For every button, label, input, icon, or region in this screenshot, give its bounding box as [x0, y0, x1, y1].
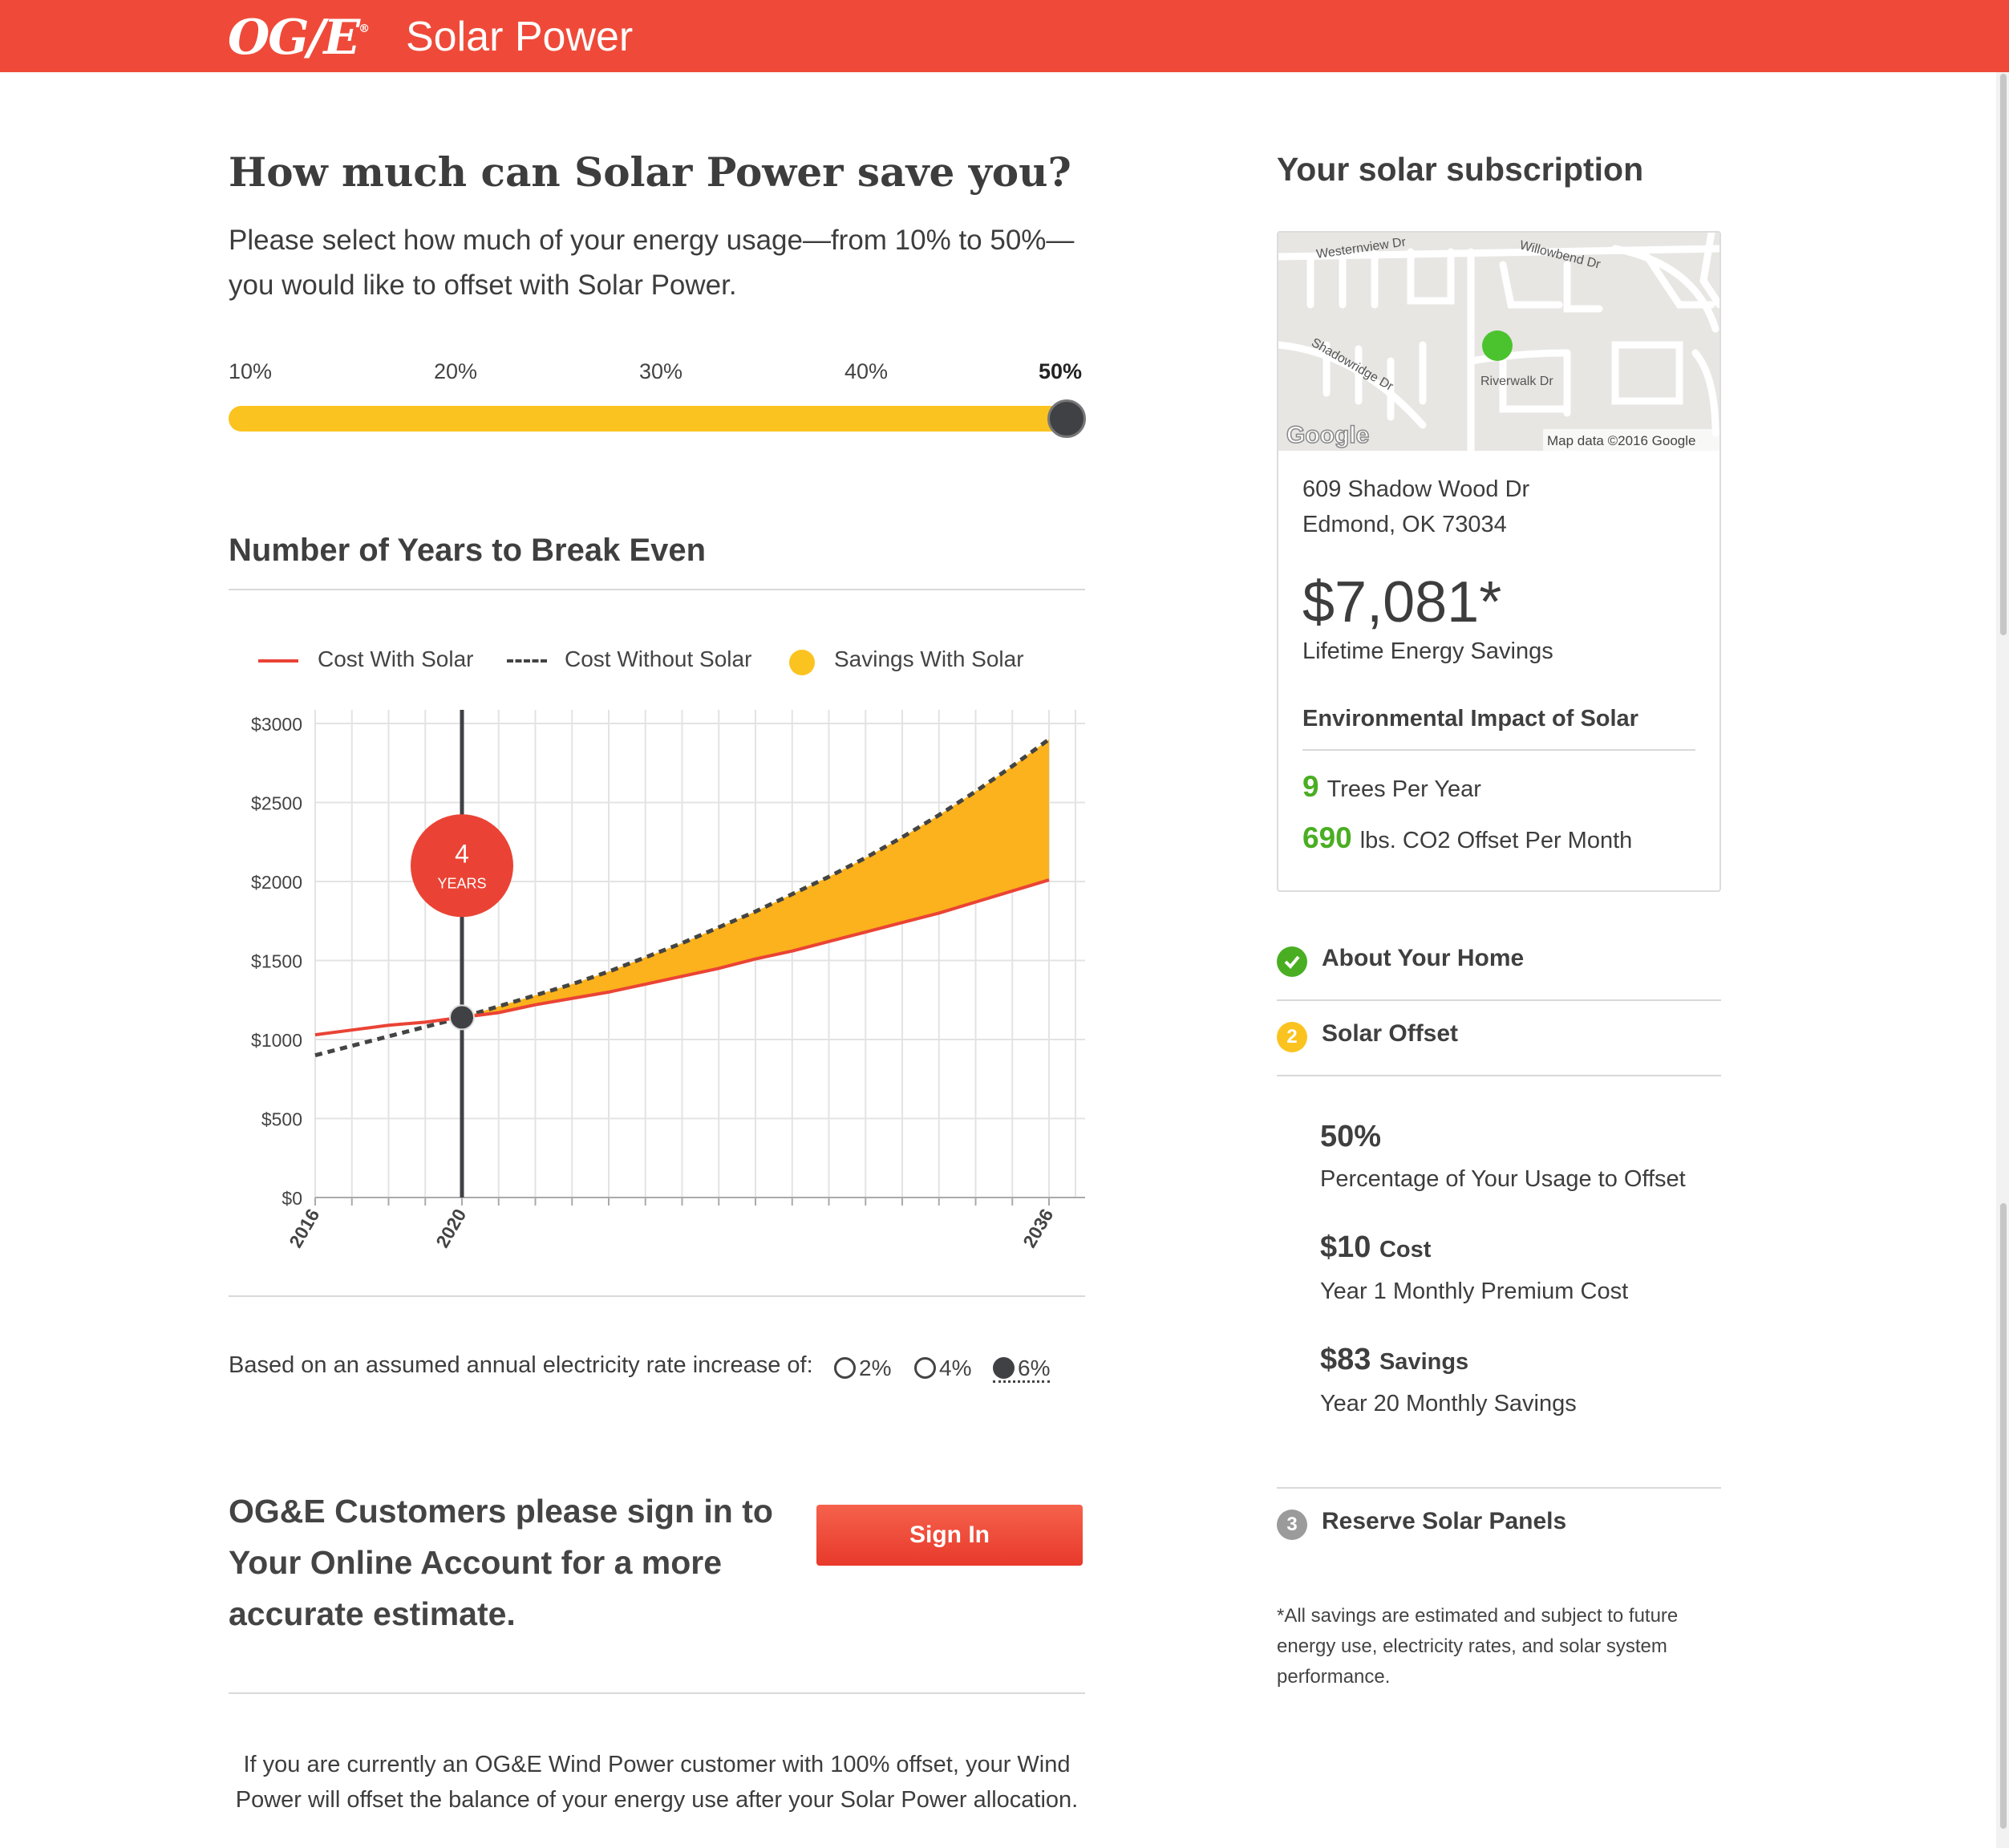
page-title: How much can Solar Power save you? — [229, 148, 1071, 196]
legend-yellow-dot-icon — [789, 650, 815, 675]
rate-option-6[interactable]: 6% — [993, 1356, 1051, 1383]
y-tick-label: $2500 — [251, 793, 302, 814]
location-map[interactable]: Westernview Dr Willowbend Dr Shadowridge… — [1278, 233, 1719, 451]
intro-text: Please select how much of your energy us… — [229, 225, 1075, 301]
divider — [1277, 1075, 1721, 1076]
legend-label: Cost With Solar — [318, 646, 474, 671]
offset-slider-track[interactable] — [229, 406, 1067, 432]
wind-power-note: If you are currently an OG&E Wind Power … — [235, 1752, 1079, 1813]
y-tick-label: $1500 — [251, 951, 302, 972]
street-label: Shadowridge Dr — [1309, 336, 1395, 394]
checkmark-icon — [1277, 946, 1307, 977]
monthly-savings-label: Year 20 Monthly Savings — [1320, 1391, 1577, 1416]
radio-label: 6% — [1018, 1356, 1051, 1380]
slider-label-40[interactable]: 40% — [845, 359, 888, 384]
radio-label: 2% — [859, 1356, 892, 1380]
signin-prompt: OG&E Customers please sign in to Your On… — [229, 1493, 773, 1632]
divider — [229, 589, 1085, 590]
location-pin-icon — [1482, 330, 1513, 361]
trees-label: Trees Per Year — [1327, 776, 1481, 802]
divider — [229, 1692, 1085, 1694]
x-tick-label: 2020 — [431, 1206, 470, 1251]
divider — [1302, 749, 1695, 751]
offset-slider-handle[interactable] — [1047, 399, 1086, 438]
street-label: Riverwalk Dr — [1480, 375, 1553, 388]
break-even-years-value: 4 — [455, 839, 469, 868]
step-solar-offset[interactable]: 2 Solar Offset — [1277, 1020, 1458, 1056]
environmental-title: Environmental Impact of Solar — [1302, 706, 1638, 732]
y-tick-label: $2000 — [251, 872, 302, 893]
y-tick-label: $500 — [261, 1109, 302, 1130]
y-tick-label: $1000 — [251, 1030, 302, 1051]
logo-text: OG/E — [228, 10, 360, 66]
co2-label: lbs. CO2 Offset Per Month — [1359, 828, 1633, 853]
lifetime-savings-value: $7,081* — [1302, 570, 1502, 634]
radio-icon — [834, 1357, 856, 1379]
trees-per-year: 9 Trees Per Year — [1302, 770, 1481, 804]
address-line-1: 609 Shadow Wood Dr — [1302, 476, 1530, 502]
rate-option-2[interactable]: 2% — [834, 1356, 891, 1383]
radio-label: 4% — [939, 1356, 972, 1380]
co2-value: 690 — [1302, 821, 1352, 854]
break-even-years-unit: YEARS — [437, 875, 486, 891]
scrollbar-thumb[interactable] — [2000, 74, 2007, 635]
chart-title: Number of Years to Break Even — [229, 533, 707, 568]
premium-cost-label: Year 1 Monthly Premium Cost — [1320, 1279, 1629, 1304]
product-title: Solar Power — [406, 14, 634, 60]
break-even-point — [449, 1004, 475, 1031]
offset-value: 50% — [1320, 1120, 1382, 1153]
logo-mark: ® — [358, 22, 371, 35]
subscription-title: Your solar subscription — [1277, 151, 1644, 188]
premium-cost-value: $10 Cost — [1320, 1230, 1431, 1265]
google-logo: Google — [1286, 422, 1369, 448]
rate-option-4[interactable]: 4% — [914, 1356, 971, 1383]
step-number-badge: 3 — [1277, 1510, 1307, 1540]
disclaimer: *All savings are estimated and subject t… — [1277, 1605, 1679, 1688]
divider — [1277, 1487, 1721, 1489]
lifetime-savings-label: Lifetime Energy Savings — [1302, 638, 1553, 664]
scrollbar-thumb-lower[interactable] — [2000, 1203, 2007, 1829]
slider-label-30[interactable]: 30% — [639, 359, 682, 384]
co2-offset: 690 lbs. CO2 Offset Per Month — [1302, 821, 1632, 855]
slider-label-50[interactable]: 50% — [1039, 359, 1082, 384]
legend-label: Cost Without Solar — [565, 646, 752, 671]
y-tick-label: $3000 — [251, 714, 302, 735]
legend-dashed-line-icon — [507, 659, 547, 663]
monthly-savings-value: $83 Savings — [1320, 1343, 1468, 1377]
oge-logo[interactable]: OG/E® — [228, 10, 370, 66]
x-tick-label: 2036 — [1019, 1206, 1057, 1251]
x-tick-label: 2016 — [285, 1206, 323, 1251]
rate-label: Based on an assumed annual electricity r… — [229, 1352, 813, 1378]
slider-labels: 10% 20% 30% 40% 50% — [229, 359, 1085, 391]
sign-in-button[interactable]: Sign In — [816, 1505, 1083, 1566]
savings-amount: $83 — [1320, 1343, 1371, 1376]
radio-icon — [914, 1357, 936, 1379]
legend-label: Savings With Solar — [834, 646, 1024, 671]
radio-selected-icon — [993, 1357, 1015, 1379]
y-tick-label: $0 — [282, 1188, 302, 1209]
address-line-2: Edmond, OK 73034 — [1302, 512, 1507, 537]
trees-value: 9 — [1302, 770, 1319, 803]
break-even-chart: $3000 $2500 $2000 $1500 $1000 $500 $02016 2020 2… — [251, 710, 1085, 1251]
divider — [229, 1295, 1085, 1297]
slider-label-20[interactable]: 20% — [434, 359, 477, 384]
slider-label-10[interactable]: 10% — [229, 359, 272, 384]
step-about-your-home[interactable]: About Your Home — [1277, 945, 1524, 980]
step-label: Reserve Solar Panels — [1322, 1508, 1567, 1534]
cost-amount: $10 — [1320, 1230, 1371, 1264]
legend-red-line-icon — [258, 659, 298, 663]
map-attribution: Map data ©2016 Google — [1547, 433, 1696, 448]
step-label: Solar Offset — [1322, 1020, 1459, 1047]
step-number-badge: 2 — [1277, 1022, 1307, 1052]
step-label: About Your Home — [1322, 945, 1525, 971]
address: 609 Shadow Wood Dr Edmond, OK 73034 — [1302, 472, 1529, 542]
savings-unit: Savings — [1379, 1349, 1469, 1375]
divider — [1277, 999, 1721, 1001]
step-reserve-solar-panels[interactable]: 3 Reserve Solar Panels — [1277, 1508, 1566, 1543]
cost-unit: Cost — [1379, 1237, 1432, 1262]
offset-label: Percentage of Your Usage to Offset — [1320, 1166, 1686, 1192]
